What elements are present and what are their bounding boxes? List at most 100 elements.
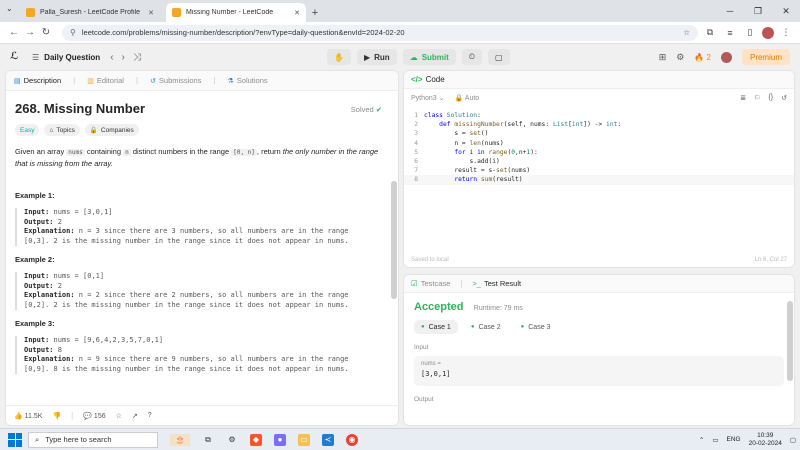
address-bar: ← → ↻ ⚲ leetcode.com/problems/missing-nu… — [0, 22, 800, 44]
task-view-icon[interactable]: ⧉ — [202, 434, 214, 446]
settings-app-icon[interactable]: ⚙ — [226, 434, 238, 446]
close-window-icon[interactable]: ✕ — [772, 0, 800, 22]
url-text: leetcode.com/problems/missing-number/des… — [81, 28, 405, 37]
output-label: Output: — [24, 281, 54, 290]
side-panel-icon[interactable]: ▯ — [742, 27, 758, 38]
media-icon[interactable]: ≡ — [722, 28, 738, 38]
tab-search-icon[interactable]: ⌄ — [6, 4, 13, 13]
settings-gear-icon[interactable]: ⚙ — [676, 52, 684, 63]
language-select[interactable]: Python3 ⌄ — [411, 94, 445, 102]
notifications-icon[interactable]: ▢ — [790, 436, 796, 444]
bookmark-star-icon[interactable]: ☆ — [683, 28, 690, 37]
example-title: Example 2: — [15, 255, 55, 264]
brave-browser-icon[interactable]: ◆ — [250, 433, 262, 446]
explanation-label: Explanation: — [24, 227, 75, 235]
next-problem-icon[interactable]: › — [122, 52, 125, 63]
auto-mode[interactable]: 🔒 Auto — [455, 94, 480, 102]
vscode-icon[interactable]: ≺ — [322, 433, 334, 446]
tray-chevron-up-icon[interactable]: ⌃ — [699, 436, 704, 444]
maximize-icon[interactable]: ❐ — [744, 0, 772, 22]
input-label: Input: — [24, 336, 50, 344]
result-body: Accepted Runtime: 79 ms ● Case 1 ● Case 2 … — [404, 293, 794, 411]
dislike-button[interactable]: 👎 — [52, 412, 61, 420]
code-line: 1 class Solution: — [404, 111, 794, 120]
file-explorer-icon[interactable]: ▭ — [298, 433, 310, 446]
case-label: Case 3 — [528, 323, 551, 331]
description-panel: ▤ Description | ▥ Editorial | ↺ Submissions… — [5, 70, 399, 426]
tab-solutions[interactable]: ⚗ Solutions — [228, 76, 268, 85]
case-tab-3[interactable]: ● Case 3 — [514, 320, 558, 334]
bookmark-icon[interactable]: ⚐ — [754, 94, 760, 102]
chrome-menu-icon[interactable]: ⋮ — [778, 27, 794, 38]
weather-cake-icon[interactable]: 🎂 — [170, 433, 190, 446]
topics-chip[interactable]: ⌂ Topics — [44, 124, 80, 136]
daily-question-link[interactable]: ☰ Daily Question — [32, 53, 100, 62]
network-icon[interactable]: ▭ — [712, 436, 718, 444]
site-info-icon[interactable]: ⚲ — [70, 28, 76, 37]
case-label: Case 1 — [428, 323, 451, 331]
share-icon[interactable]: ↗ — [132, 412, 138, 420]
description-scrollbar[interactable] — [391, 181, 397, 299]
forward-icon[interactable]: → — [22, 27, 38, 38]
format-icon[interactable]: ≣ — [740, 94, 746, 102]
prev-problem-icon[interactable]: ‹ — [110, 52, 113, 63]
tab-submissions[interactable]: ↺ Submissions — [150, 76, 201, 85]
language-indicator[interactable]: ENG — [727, 436, 741, 443]
tab-description[interactable]: ▤ Description — [14, 76, 61, 85]
taskbar-search[interactable]: ⌕ Type here to search — [28, 431, 158, 448]
code-text: s.add(i) — [424, 158, 500, 166]
like-button[interactable]: 👍 11.5K — [14, 412, 42, 420]
streak-counter[interactable]: 🔥 2 — [694, 53, 711, 62]
layout-grid-icon[interactable]: ⊞ — [659, 52, 667, 63]
timer-icon[interactable]: ⏲ — [461, 49, 483, 65]
browser-tab-missing-number[interactable]: Missing Number - LeetCode ✕ — [166, 3, 306, 22]
result-scrollbar[interactable] — [787, 301, 793, 381]
case-tab-1[interactable]: ● Case 1 — [414, 320, 458, 334]
note-icon[interactable]: ▢ — [488, 49, 510, 65]
comments-button[interactable]: 💬 156 — [83, 412, 105, 420]
case-tab-2[interactable]: ● Case 2 — [464, 320, 508, 334]
chrome-icon[interactable]: ◉ — [346, 433, 358, 446]
case-tabs: ● Case 1 ● Case 2 ● Case 3 — [414, 320, 784, 334]
braces-icon[interactable]: {} — [768, 94, 773, 102]
close-tab-icon[interactable]: ✕ — [148, 9, 154, 17]
extensions-icon[interactable]: ⧉ — [702, 27, 718, 38]
tab-testcase[interactable]: ☑ Testcase — [411, 279, 450, 288]
code-line: 2 def missingNumber(self, nums: List[int… — [404, 120, 794, 129]
example-explanation: n = 3 since there are 3 numbers, so all … — [78, 227, 349, 235]
chevron-down-icon: ⌄ — [438, 95, 445, 102]
problem-title[interactable]: 268. Missing Number — [15, 101, 381, 116]
submit-button[interactable]: ☁ Submit — [402, 49, 456, 65]
help-icon[interactable]: ? — [148, 412, 152, 419]
new-tab-button[interactable]: + — [306, 3, 324, 22]
code-text: result = s-set(nums) — [424, 167, 531, 175]
window-controls: ─ ❐ ✕ — [716, 0, 800, 22]
minimize-icon[interactable]: ─ — [716, 0, 744, 22]
chip-label: Topics — [56, 126, 75, 134]
close-tab-icon[interactable]: ✕ — [294, 9, 300, 17]
reset-icon[interactable]: ↺ — [781, 94, 787, 102]
tab-label: Description — [23, 76, 62, 85]
run-button[interactable]: ▶ Run — [356, 49, 397, 65]
tab-label: Solutions — [236, 76, 268, 85]
reload-icon[interactable]: ↻ — [38, 27, 54, 38]
url-field[interactable]: ⚲ leetcode.com/problems/missing-number/d… — [62, 24, 698, 41]
favorite-star-icon[interactable]: ☆ — [116, 412, 122, 420]
tab-test-result[interactable]: >_ Test Result — [472, 279, 521, 288]
shuffle-icon[interactable]: ⤨ — [133, 52, 141, 63]
leetcode-favicon-icon — [26, 8, 35, 17]
clock[interactable]: 10:39 20-02-2024 — [749, 432, 782, 448]
profile-avatar[interactable] — [762, 26, 774, 39]
debug-icon[interactable]: ✋ — [327, 49, 351, 65]
photos-app-icon[interactable]: ● — [274, 433, 286, 446]
code-editor[interactable]: 1 class Solution: 2 def missingNumber(sel… — [404, 111, 794, 185]
browser-tab-profile[interactable]: Palla_Suresh - LeetCode Profile ✕ — [20, 3, 160, 22]
user-avatar[interactable] — [720, 51, 732, 63]
companies-chip[interactable]: 🔒 Companies — [84, 124, 139, 136]
tag-icon: ⌂ — [49, 126, 54, 134]
leetcode-logo-icon[interactable]: ℒ — [10, 51, 22, 63]
windows-start-icon[interactable] — [8, 432, 22, 447]
tab-editorial[interactable]: ▥ Editorial — [87, 76, 124, 85]
premium-button[interactable]: Premium — [741, 49, 790, 65]
back-icon[interactable]: ← — [6, 27, 22, 38]
